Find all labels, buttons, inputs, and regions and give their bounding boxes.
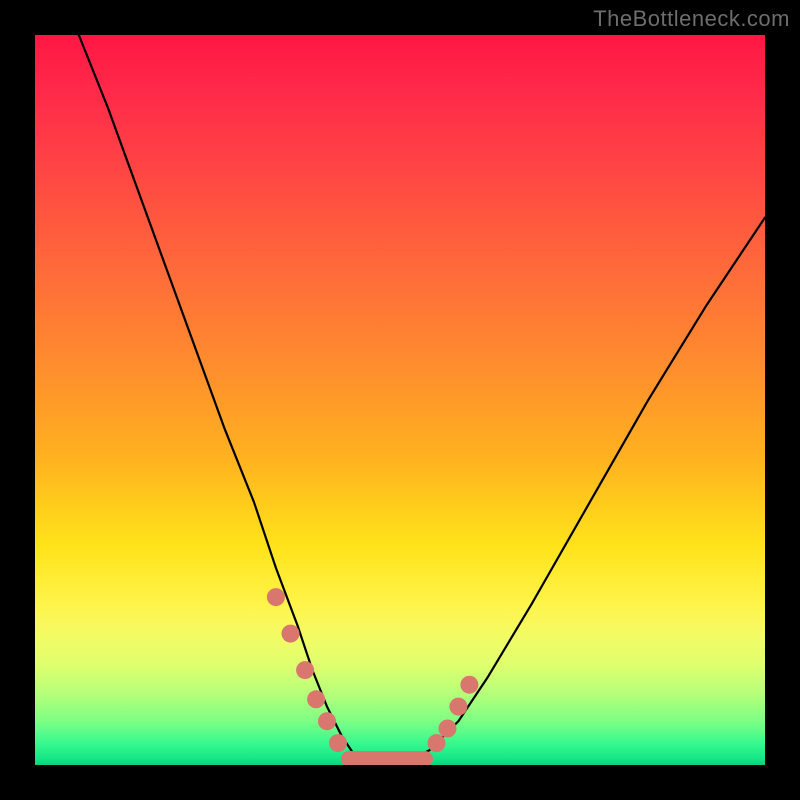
curve-path bbox=[79, 35, 765, 765]
chart-frame: TheBottleneck.com bbox=[0, 0, 800, 800]
highlight-bottom bbox=[341, 751, 433, 765]
highlight-left bbox=[267, 588, 347, 752]
highlight-right bbox=[428, 676, 479, 752]
bottleneck-curve bbox=[35, 35, 765, 765]
watermark-text: TheBottleneck.com bbox=[593, 6, 790, 32]
plot-area bbox=[35, 35, 765, 765]
